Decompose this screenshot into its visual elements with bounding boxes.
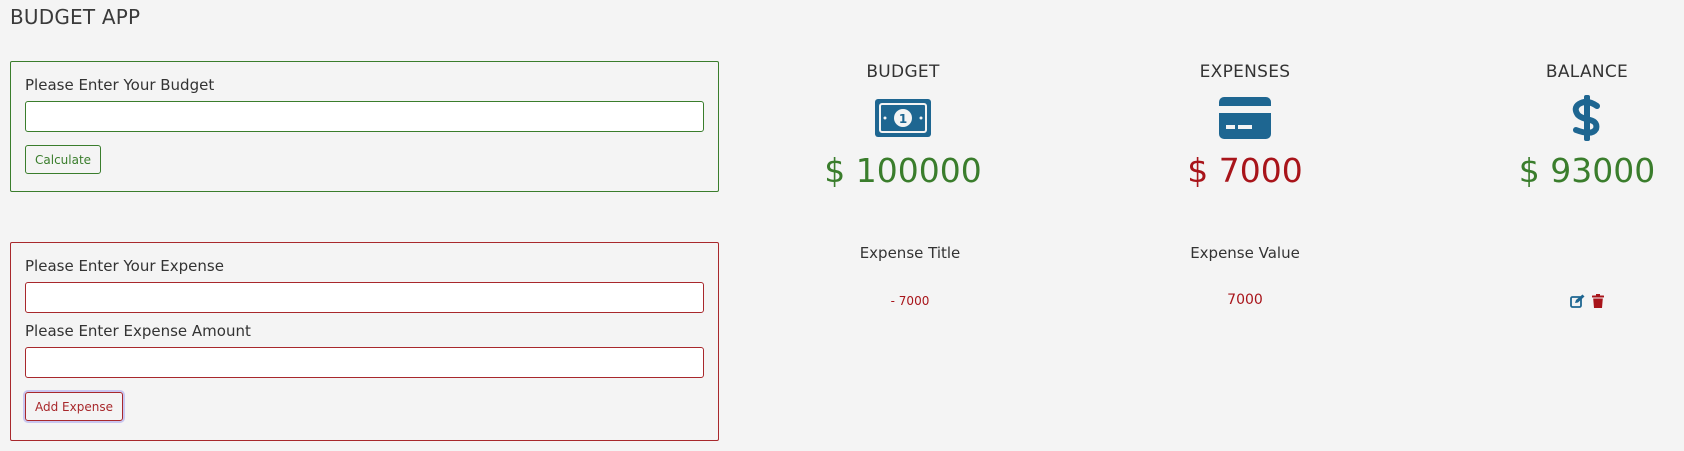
budget-label: Please Enter Your Budget bbox=[25, 76, 215, 94]
balance-title: BALANCE bbox=[1545, 62, 1629, 82]
expense-item-actions bbox=[1477, 294, 1684, 308]
credit-card-icon bbox=[1135, 94, 1355, 142]
budget-title: BUDGET bbox=[866, 62, 940, 82]
budget-input[interactable] bbox=[25, 101, 704, 132]
expense-item-title: - 7000 bbox=[890, 294, 930, 308]
expenses-title: EXPENSES bbox=[1199, 62, 1291, 82]
money-bill-icon: 1 bbox=[793, 94, 1013, 142]
app-title: BUDGET APP bbox=[10, 5, 141, 29]
budget-form: Please Enter Your Budget Calculate bbox=[10, 61, 719, 192]
edit-icon[interactable] bbox=[1570, 294, 1585, 308]
expense-form: Please Enter Your Expense Please Enter E… bbox=[10, 242, 719, 441]
expense-item-value: 7000 bbox=[1227, 292, 1263, 308]
delete-icon[interactable] bbox=[1592, 294, 1604, 308]
expense-title-label: Please Enter Your Expense bbox=[25, 257, 224, 275]
expense-amount-input[interactable] bbox=[25, 347, 704, 378]
expense-title-input[interactable] bbox=[25, 282, 704, 313]
expenses-summary: EXPENSES $ 7000 bbox=[1135, 62, 1355, 190]
budget-amount: $ 100000 bbox=[824, 151, 982, 190]
expenses-amount: $ 7000 bbox=[1187, 151, 1303, 190]
balance-amount: $ 93000 bbox=[1518, 151, 1656, 190]
calculate-button[interactable]: Calculate bbox=[25, 145, 102, 174]
dollar-sign-icon bbox=[1477, 94, 1684, 142]
expense-value-header: Expense Value bbox=[1190, 244, 1300, 262]
add-expense-button[interactable]: Add Expense bbox=[25, 392, 123, 421]
budget-summary: BUDGET 1 $ 100000 bbox=[793, 62, 1013, 190]
svg-text:1: 1 bbox=[899, 112, 907, 126]
expense-title-header: Expense Title bbox=[859, 244, 961, 262]
expense-amount-label: Please Enter Expense Amount bbox=[25, 322, 251, 340]
balance-summary: BALANCE $ 93000 bbox=[1477, 62, 1684, 190]
